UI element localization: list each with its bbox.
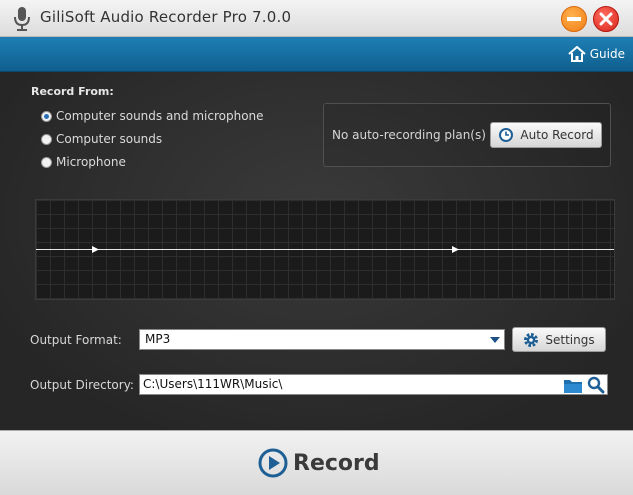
auto-record-panel: No auto-recording plan(s) Auto Record <box>323 103 611 167</box>
output-directory-label: Output Directory: <box>30 378 134 392</box>
gear-icon <box>524 332 539 347</box>
directory-actions <box>563 376 605 394</box>
radio-indicator[interactable] <box>41 133 52 145</box>
main-panel: Record From: Computer sounds and microph… <box>0 72 633 430</box>
record-bar: Record <box>0 430 633 495</box>
output-format-label: Output Format: <box>30 333 122 347</box>
output-format-select[interactable]: MP3 <box>139 329 505 350</box>
auto-record-status: No auto-recording plan(s) <box>332 128 486 142</box>
radio-label: Microphone <box>56 155 126 169</box>
radio-computer-sounds[interactable]: Computer sounds <box>41 132 162 146</box>
settings-label: Settings <box>545 332 595 347</box>
close-button[interactable] <box>593 6 619 32</box>
close-icon <box>599 12 613 26</box>
waveform-baseline <box>36 249 614 250</box>
minimize-icon <box>567 17 581 21</box>
title-bar: GiliSoft Audio Recorder Pro 7.0.0 <box>0 0 633 37</box>
waveform-marker-left <box>92 246 99 253</box>
guide-button[interactable]: Guide <box>568 46 625 62</box>
radio-label: Computer sounds <box>56 132 163 146</box>
window-title: GiliSoft Audio Recorder Pro 7.0.0 <box>40 8 292 26</box>
waveform-marker-right <box>452 246 459 253</box>
folder-icon[interactable] <box>563 377 583 394</box>
chevron-down-icon[interactable] <box>490 337 500 343</box>
auto-record-button[interactable]: Auto Record <box>490 122 602 148</box>
toolbar: Guide <box>0 37 633 72</box>
output-directory-value: C:\Users\111WR\Music\ <box>143 377 283 391</box>
radio-microphone[interactable]: Microphone <box>41 155 126 169</box>
clock-icon <box>499 128 514 142</box>
record-label: Record <box>293 450 380 476</box>
output-directory-field[interactable]: C:\Users\111WR\Music\ <box>139 374 608 395</box>
output-format-value: MP3 <box>145 332 171 346</box>
play-icon <box>258 448 288 478</box>
guide-label: Guide <box>589 47 625 61</box>
settings-button[interactable]: Settings <box>512 327 606 352</box>
radio-label: Computer sounds and microphone <box>56 109 264 123</box>
radio-indicator[interactable] <box>41 110 52 122</box>
record-from-heading: Record From: <box>31 85 114 98</box>
waveform-display <box>35 199 615 300</box>
radio-indicator[interactable] <box>41 156 52 168</box>
home-icon <box>568 46 586 62</box>
auto-record-label: Auto Record <box>520 128 594 142</box>
minimize-button[interactable] <box>561 6 587 32</box>
search-icon[interactable] <box>587 376 605 394</box>
record-button[interactable]: Record <box>258 448 380 478</box>
radio-computer-sounds-and-microphone[interactable]: Computer sounds and microphone <box>41 109 264 123</box>
microphone-icon <box>14 7 30 31</box>
